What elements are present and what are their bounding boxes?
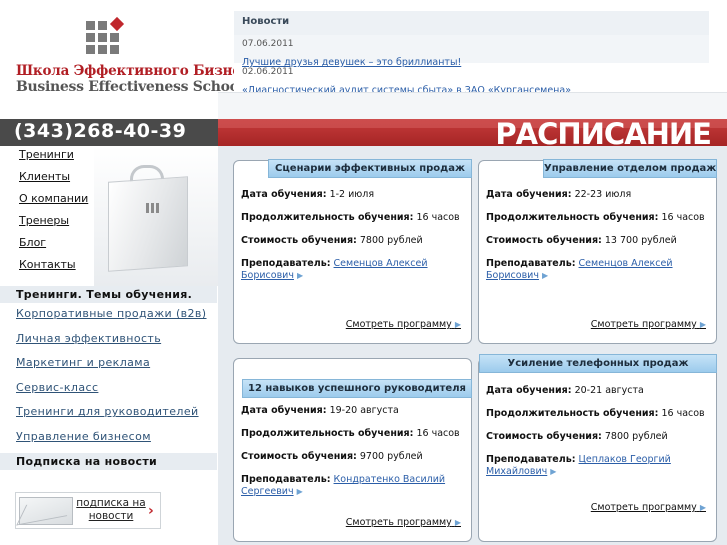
subscribe-button[interactable]: подписка на новости › bbox=[15, 492, 161, 529]
view-program-link[interactable]: Смотреть программу ▶ bbox=[591, 502, 706, 513]
main-nav: Тренинги Клиенты О компании Тренеры Блог… bbox=[0, 146, 94, 276]
training-date: 19-20 августа bbox=[329, 405, 399, 416]
price-label: Стоимость обучения: bbox=[241, 235, 357, 246]
triangle-right-icon: ▶ bbox=[699, 320, 706, 329]
training-price: 7800 рублей bbox=[359, 235, 423, 246]
site-logo[interactable]: Школа Эффективного Бизнеса Business Effe… bbox=[0, 0, 257, 118]
training-price: 13 700 рублей bbox=[604, 235, 677, 246]
nav-item-blog[interactable]: Блог bbox=[0, 234, 94, 256]
training-duration: 16 часов bbox=[416, 212, 460, 223]
envelope-icon bbox=[19, 497, 73, 525]
page: Школа Эффективного Бизнеса Business Effe… bbox=[0, 0, 727, 545]
logo-title-en: Business Effectiveness School bbox=[16, 79, 244, 95]
nav-item-contacts[interactable]: Контакты bbox=[0, 256, 94, 278]
training-duration: 16 часов bbox=[661, 408, 705, 419]
triangle-right-icon: ▶ bbox=[454, 518, 461, 527]
price-label: Стоимость обучения: bbox=[486, 431, 602, 442]
price-label: Стоимость обучения: bbox=[486, 235, 602, 246]
training-date: 1-2 июля bbox=[329, 189, 375, 200]
news-heading: Новости bbox=[234, 11, 709, 35]
view-program-link[interactable]: Смотреть программу ▶ bbox=[346, 517, 461, 528]
training-details: Дата обучения: 22-23 июля Продолжительно… bbox=[486, 189, 711, 298]
header-stripe bbox=[218, 92, 727, 119]
news-date: 07.06.2011 bbox=[242, 39, 294, 49]
triangle-right-icon: ▶ bbox=[454, 320, 461, 329]
training-date: 22-23 июля bbox=[574, 189, 632, 200]
triangle-right-icon: ▶ bbox=[297, 271, 304, 280]
training-price: 7800 рублей bbox=[604, 431, 668, 442]
training-title[interactable]: 12 навыков успешного руководителя bbox=[242, 379, 472, 398]
categories-heading: Тренинги. Темы обучения. bbox=[0, 286, 217, 303]
training-details: Дата обучения: 19-20 августа Продолжител… bbox=[241, 405, 466, 514]
training-duration: 16 часов bbox=[416, 428, 460, 439]
view-program-label: Смотреть программу bbox=[590, 502, 697, 513]
training-card: 12 навыков успешного руководителя Дата о… bbox=[233, 358, 472, 542]
date-label: Дата обучения: bbox=[486, 385, 572, 396]
nav-item-clients[interactable]: Клиенты bbox=[0, 168, 94, 190]
triangle-right-icon: ▶ bbox=[550, 467, 557, 476]
training-details: Дата обучения: 1-2 июля Продолжительност… bbox=[241, 189, 466, 298]
triangle-right-icon: ▶ bbox=[296, 487, 303, 496]
view-program-link[interactable]: Смотреть программу ▶ bbox=[591, 319, 706, 330]
schedule-area: Сценарии эффективных продаж Дата обучени… bbox=[218, 146, 727, 545]
view-program-label: Смотреть программу bbox=[345, 319, 452, 330]
date-label: Дата обучения: bbox=[486, 189, 572, 200]
category-link[interactable]: Управление бизнесом bbox=[0, 426, 217, 451]
training-date: 20-21 августа bbox=[574, 385, 644, 396]
training-card: Управление отделом продаж Дата обучения:… bbox=[478, 159, 717, 344]
training-card: Усиление телефонных продаж Дата обучения… bbox=[478, 354, 717, 542]
view-program-label: Смотреть программу bbox=[590, 319, 697, 330]
duration-label: Продолжительность обучения: bbox=[241, 212, 414, 223]
teacher-label: Преподаватель: bbox=[486, 454, 576, 465]
teacher-label: Преподаватель: bbox=[241, 258, 331, 269]
schedule-banner: РАСПИСАНИЕ bbox=[218, 117, 727, 151]
triangle-right-icon: ▶ bbox=[542, 271, 549, 280]
duration-label: Продолжительность обучения: bbox=[241, 428, 414, 439]
news-block: Новости 07.06.2011 Лучшие друзья девушек… bbox=[234, 11, 709, 96]
teacher-label: Преподаватель: bbox=[241, 474, 331, 485]
training-title[interactable]: Усиление телефонных продаж bbox=[479, 354, 717, 373]
training-title[interactable]: Сценарии эффективных продаж bbox=[268, 159, 472, 178]
chevron-right-icon: › bbox=[148, 503, 154, 519]
training-price: 9700 рублей bbox=[359, 451, 423, 462]
training-duration: 16 часов bbox=[661, 212, 705, 223]
nav-item-about[interactable]: О компании bbox=[0, 190, 94, 212]
news-item: 07.06.2011 Лучшие друзья девушек – это б… bbox=[234, 35, 709, 68]
teacher-label: Преподаватель: bbox=[486, 258, 576, 269]
category-link[interactable]: Личная эффективность bbox=[0, 328, 217, 353]
subscribe-button-label: подписка на новости bbox=[76, 497, 146, 522]
subscribe-heading: Подписка на новости bbox=[0, 453, 217, 470]
nav-item-trainers[interactable]: Тренеры bbox=[0, 212, 94, 234]
category-link[interactable]: Тренинги для руководителей bbox=[0, 401, 217, 426]
duration-label: Продолжительность обучения: bbox=[486, 408, 659, 419]
logo-title-ru: Школа Эффективного Бизнеса bbox=[16, 63, 258, 79]
category-list: Корпоративные продажи (в2в) Личная эффек… bbox=[0, 303, 217, 451]
view-program-label: Смотреть программу bbox=[345, 517, 452, 528]
training-card: Сценарии эффективных продаж Дата обучени… bbox=[233, 159, 472, 344]
category-link[interactable]: Сервис-класс bbox=[0, 377, 217, 402]
duration-label: Продолжительность обучения: bbox=[486, 212, 659, 223]
promo-image bbox=[94, 146, 218, 286]
shopping-bag-icon bbox=[108, 165, 188, 272]
nav-item-trainings[interactable]: Тренинги bbox=[0, 146, 94, 168]
training-title[interactable]: Управление отделом продаж bbox=[543, 159, 717, 178]
phone-number: (343)268-40-39 bbox=[0, 119, 218, 146]
category-link[interactable]: Корпоративные продажи (в2в) bbox=[0, 303, 217, 328]
training-details: Дата обучения: 20-21 августа Продолжител… bbox=[486, 385, 711, 494]
triangle-right-icon: ▶ bbox=[699, 503, 706, 512]
price-label: Стоимость обучения: bbox=[241, 451, 357, 462]
category-link[interactable]: Маркетинг и реклама bbox=[0, 352, 217, 377]
date-label: Дата обучения: bbox=[241, 189, 327, 200]
date-label: Дата обучения: bbox=[241, 405, 327, 416]
view-program-link[interactable]: Смотреть программу ▶ bbox=[346, 319, 461, 330]
